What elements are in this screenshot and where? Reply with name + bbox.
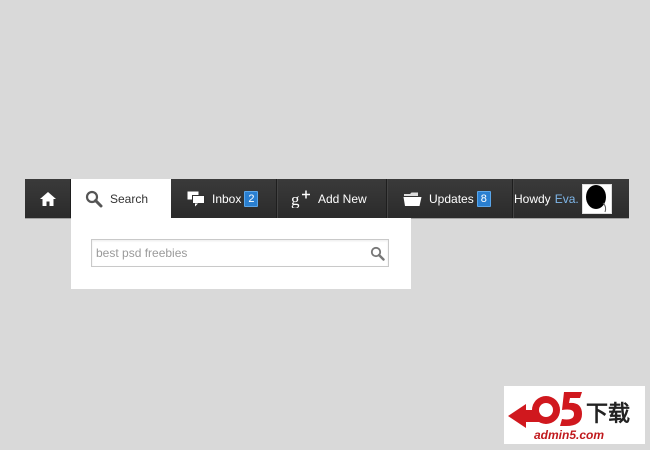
watermark-logo: 下载 admin5.com [504,386,645,444]
nav-search-label: Search [110,191,149,206]
inbox-count-badge: 2 [244,190,259,207]
nav-home[interactable] [25,179,71,218]
search-submit-icon[interactable] [366,246,388,261]
nav-user[interactable]: Howdy Eva. [513,179,629,218]
nav-add-new-label: Add New [318,191,367,206]
svg-text:g: g [291,190,300,208]
search-input[interactable] [92,240,366,266]
watermark-brand: 下载 [586,402,631,427]
nav-search[interactable]: Search [71,179,171,218]
google-plus-icon: g [291,190,311,208]
nav-add-new[interactable]: g Add New [277,179,387,218]
updates-count-badge: 8 [476,190,491,207]
nav-updates[interactable]: Updates 8 [387,179,513,218]
folder-icon [403,191,422,207]
watermark-domain: admin5.com [534,428,605,442]
search-box[interactable] [91,239,389,267]
avatar[interactable] [581,183,612,214]
home-icon [39,191,57,207]
top-navbar: Search Inbox 2 g Add New Updates 8 Howdy… [25,179,629,218]
howdy-label: Howdy [514,191,551,206]
search-dropdown [71,218,411,289]
chat-bubbles-icon [187,191,205,207]
search-icon [85,190,103,208]
nav-inbox-label: Inbox [212,191,242,206]
user-name[interactable]: Eva. [555,192,579,206]
nav-updates-label: Updates [429,191,474,206]
nav-inbox[interactable]: Inbox 2 [171,179,277,218]
